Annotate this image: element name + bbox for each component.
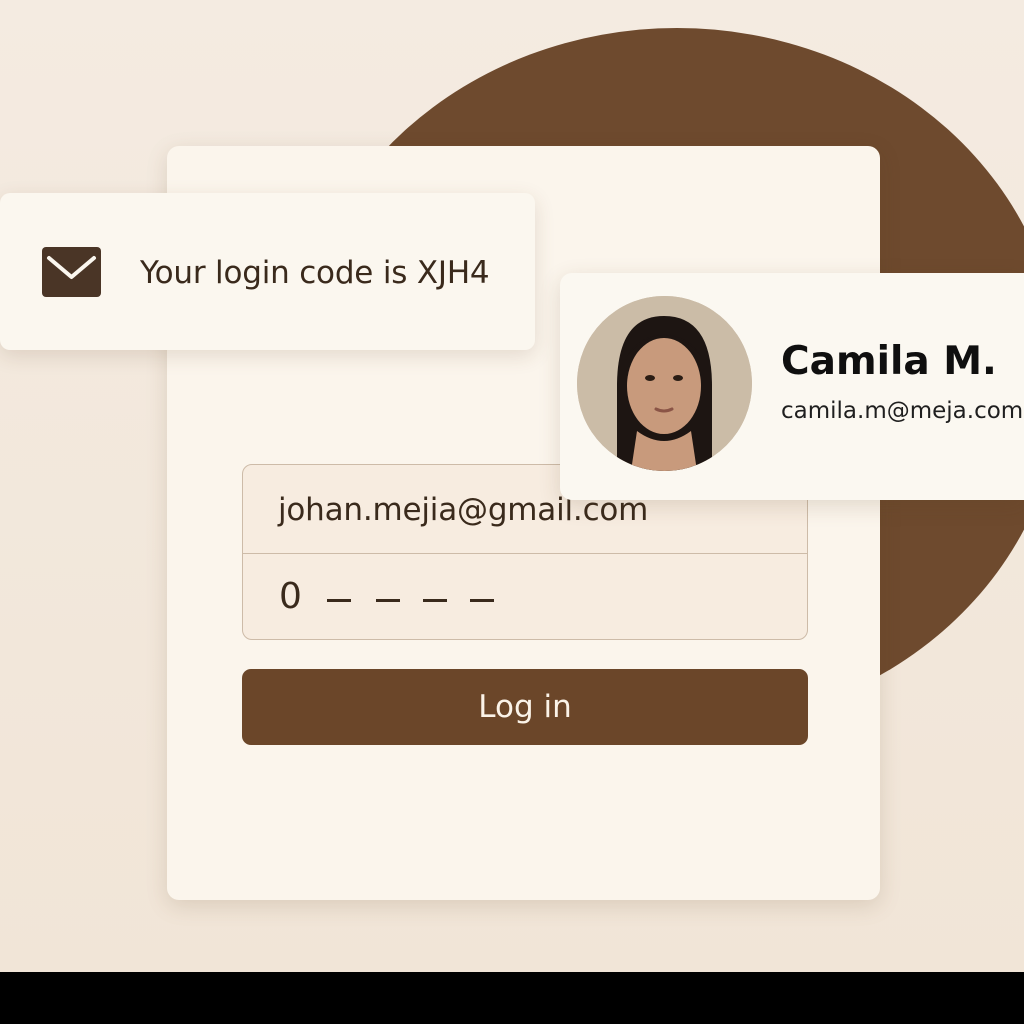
- login-button[interactable]: Log in: [242, 669, 808, 745]
- code-placeholder-dash: [327, 599, 351, 602]
- code-field[interactable]: 0: [243, 554, 807, 639]
- profile-name: Camila M.: [781, 339, 997, 384]
- notification-text: Your login code is XJH4: [140, 255, 490, 291]
- profile-email: camila.m@meja.com: [781, 398, 1024, 424]
- code-digit-1: 0: [279, 576, 302, 617]
- mail-icon: [42, 247, 101, 297]
- code-placeholder-dash: [423, 599, 447, 602]
- avatar: [577, 296, 752, 471]
- code-placeholder-dash: [470, 599, 494, 602]
- code-placeholder-dash: [376, 599, 400, 602]
- bottom-bar: [0, 972, 1024, 1024]
